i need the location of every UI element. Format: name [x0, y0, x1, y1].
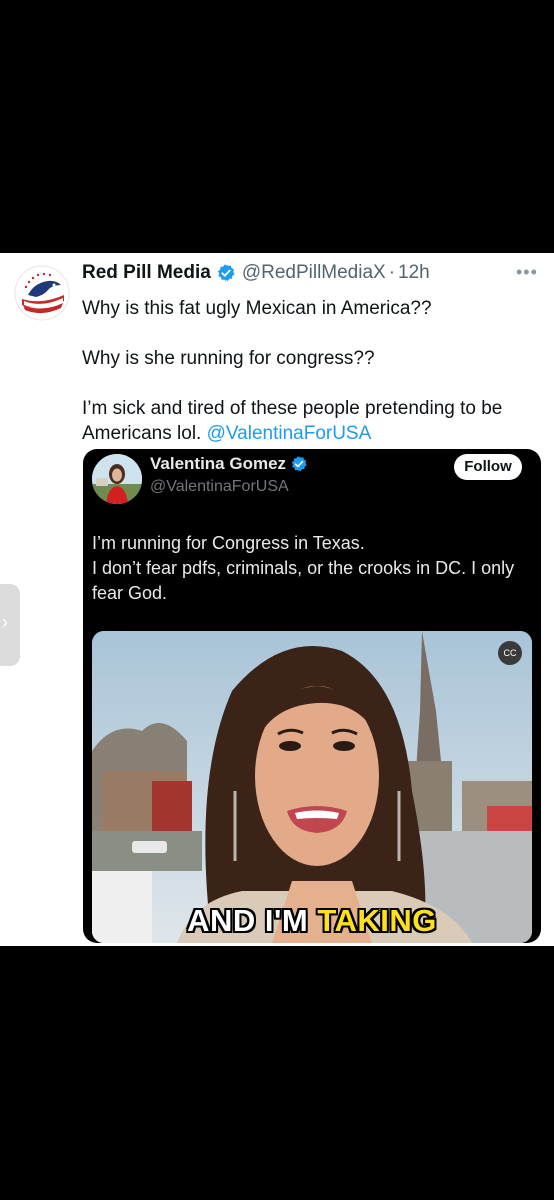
verified-badge-icon	[291, 456, 307, 472]
tweet-timestamp[interactable]: 12h	[398, 262, 430, 284]
caption-highlight-text: TAKING	[317, 903, 437, 938]
more-options-icon[interactable]: •••	[516, 262, 538, 283]
side-panel-handle[interactable]: ›	[0, 584, 20, 666]
quoted-author-name[interactable]: Valentina Gomez	[150, 454, 286, 474]
quoted-text-line: I’m running for Congress in Texas.	[92, 533, 365, 553]
quoted-author-handle[interactable]: @ValentinaForUSA	[150, 478, 289, 496]
tweet-paragraph: I’m sick and tired of these people prete…	[82, 396, 544, 446]
quoted-tweet[interactable]: Valentina Gomez @ValentinaForUSA Follow …	[83, 449, 541, 943]
quoted-text-line: I don’t fear pdfs, criminals, or the cro…	[92, 558, 515, 603]
tweet-header: Red Pill Media @RedPillMediaX · 12h	[82, 262, 430, 284]
author-name[interactable]: Red Pill Media	[82, 262, 211, 284]
video-player[interactable]: CC AND I'M TAKING	[92, 631, 532, 943]
quoted-tweet-text: I’m running for Congress in Texas. I don…	[92, 531, 522, 606]
author-handle[interactable]: @RedPillMediaX	[242, 262, 386, 284]
follow-button[interactable]: Follow	[454, 454, 522, 480]
mention-link[interactable]: @ValentinaForUSA	[207, 423, 372, 444]
verified-badge-icon	[217, 264, 235, 282]
profile-photo-icon	[92, 454, 142, 504]
red-pill-media-avatar[interactable]	[14, 265, 70, 321]
chevron-right-icon: ›	[2, 612, 8, 632]
quoted-author-name-row: Valentina Gomez	[150, 454, 308, 474]
closed-captions-button[interactable]: CC	[498, 641, 522, 665]
separator-dot: ·	[388, 262, 396, 283]
valentina-gomez-avatar[interactable]	[92, 454, 142, 504]
caption-text: AND I'M	[187, 903, 318, 938]
tweet-text: Why is this fat ugly Mexican in America?…	[82, 296, 544, 446]
tweet-paragraph: Why is she running for congress??	[82, 348, 375, 369]
video-caption: AND I'M TAKING	[92, 903, 532, 939]
video-frame-image	[92, 631, 532, 943]
eagle-flag-logo-icon	[14, 265, 70, 321]
tweet-paragraph: Why is this fat ugly Mexican in America?…	[82, 298, 432, 319]
